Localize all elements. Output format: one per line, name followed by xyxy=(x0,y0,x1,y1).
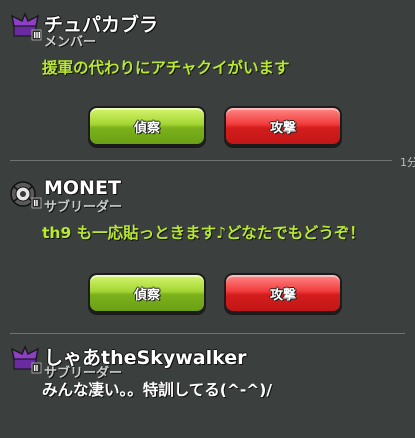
message-divider xyxy=(10,160,392,161)
attack-button[interactable]: 攻撃 xyxy=(224,273,342,313)
message-text: みんな凄い。。特訓してる(^-^)/ xyxy=(42,381,273,399)
gray-clan-badge-icon xyxy=(10,181,42,209)
scout-button[interactable]: 偵察 xyxy=(88,106,206,146)
attack-button[interactable]: 攻撃 xyxy=(224,106,342,146)
message-divider xyxy=(10,333,405,334)
sender-role: メンバー xyxy=(44,35,97,50)
chat-message: MONET サブリーダー th9 も一応貼っときます♪どなたでもどうぞ！ 偵察 … xyxy=(0,170,415,330)
message-text: th9 も一応貼っときます♪どなたでもどうぞ！ xyxy=(42,224,365,242)
scout-button[interactable]: 偵察 xyxy=(88,273,206,313)
message-text: 援軍の代わりにアチャクイがいます xyxy=(42,59,290,77)
purple-clan-badge-icon xyxy=(10,345,42,374)
chat-message: チュパカブラ メンバー 援軍の代わりにアチャクイがいます 偵察 攻撃 xyxy=(0,0,415,160)
timestamp: 1分 xyxy=(400,156,415,169)
purple-clan-badge-icon xyxy=(10,12,42,41)
sender-role: サブリーダー xyxy=(44,200,123,215)
chat-message: しゃあtheSkywalker サブリーダー みんな凄い。。特訓してる(^-^)… xyxy=(0,340,415,438)
